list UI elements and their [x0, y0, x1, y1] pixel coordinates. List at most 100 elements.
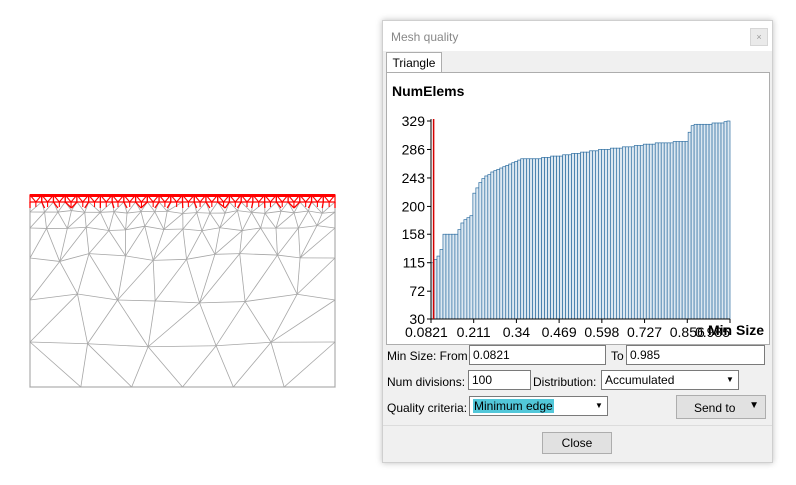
mesh-edge	[283, 341, 336, 388]
histogram-bar	[466, 217, 471, 320]
mesh-edge	[77, 293, 118, 301]
x-tick-label: 0.469	[542, 324, 577, 340]
mesh-edge	[57, 210, 72, 213]
tab-triangle[interactable]: Triangle	[386, 52, 442, 73]
histogram-bar	[502, 166, 507, 320]
histogram-bar	[696, 123, 701, 320]
histogram-bar	[702, 123, 707, 320]
histogram-bar	[669, 142, 674, 320]
histogram-bar	[448, 233, 453, 320]
mesh-edge	[117, 260, 154, 301]
mesh-edge	[264, 210, 282, 214]
boundary-edge	[30, 194, 335, 197]
mesh-edge	[108, 230, 126, 257]
mesh-edge	[199, 301, 246, 304]
chevron-down-icon[interactable]: ▼	[749, 400, 759, 411]
mesh-edge	[216, 341, 272, 347]
mesh-edge	[182, 212, 198, 230]
histogram-bars	[430, 120, 731, 320]
mesh-edge	[199, 253, 241, 304]
histogram-panel: NumElems Min Size 329 286 243 200 158 115 72 30…	[386, 72, 770, 345]
mesh-edge	[59, 253, 90, 262]
chevron-down-icon[interactable]: ▼	[724, 371, 736, 389]
y-tick-label: 72	[409, 283, 425, 299]
mesh-edge	[264, 213, 277, 229]
quality-histogram: NumElems Min Size 3292862432001581157230…	[392, 83, 764, 340]
histogram-bar	[493, 170, 498, 320]
y-tick-label: 158	[402, 226, 426, 242]
histogram-bar	[610, 147, 614, 320]
refined-boundary-elements	[29, 194, 336, 209]
mesh-edge	[297, 227, 301, 258]
mesh-edge	[237, 210, 252, 213]
mesh-edge	[152, 228, 184, 261]
quality-criteria-select[interactable]: Minimum edge ▼	[469, 396, 608, 416]
mesh-edge	[87, 343, 132, 388]
x-tick-label: 0.34	[503, 324, 530, 340]
mesh-edge	[87, 343, 149, 348]
histogram-bar	[559, 155, 563, 320]
histogram-bar	[544, 157, 548, 320]
histogram-bar	[529, 158, 534, 320]
histogram-bar	[627, 146, 632, 320]
mesh-edge	[241, 212, 252, 231]
histogram-bar	[532, 158, 537, 320]
mesh-edge	[242, 227, 261, 231]
close-icon[interactable]: ×	[750, 28, 768, 46]
mesh-edge	[296, 257, 301, 295]
histogram-bar	[562, 154, 566, 320]
histogram-bar	[723, 121, 728, 320]
num-divisions-input[interactable]: 100	[468, 370, 531, 390]
send-to-button[interactable]: Send to ▼	[676, 395, 766, 419]
triangle-mesh	[29, 201, 336, 388]
histogram-bar	[469, 215, 474, 320]
x-tick-label: 0.0821	[405, 324, 448, 340]
histogram-bar	[541, 157, 545, 320]
histogram-bar	[550, 155, 554, 320]
mesh-edge	[270, 342, 285, 388]
histogram-bar	[687, 131, 692, 320]
mesh-viewport[interactable]	[0, 0, 380, 485]
min-size-to-input[interactable]: 0.985	[626, 345, 765, 365]
histogram-bar	[678, 141, 683, 320]
mesh-edge	[239, 227, 261, 254]
mesh-edge	[182, 345, 217, 388]
mesh-edge	[186, 259, 200, 303]
histogram-bar	[577, 153, 581, 320]
distribution-select[interactable]: Accumulated ▼	[601, 370, 739, 390]
dialog-titlebar[interactable]: Mesh quality ×	[383, 21, 772, 51]
y-tick-label: 286	[402, 141, 426, 157]
mesh-edge	[117, 299, 149, 347]
histogram-bar	[457, 229, 462, 320]
histogram-bar	[436, 255, 441, 320]
histogram-bar	[699, 123, 704, 320]
mesh-edge	[108, 229, 126, 231]
histogram-bar	[484, 175, 489, 320]
mesh-edge	[144, 226, 154, 261]
mesh-edge	[111, 201, 115, 209]
histogram-bar	[490, 171, 495, 320]
x-tick-label: 0.211	[457, 324, 491, 340]
mesh-edge	[125, 213, 128, 230]
histogram-bar	[451, 233, 456, 320]
mesh-edge	[239, 230, 243, 254]
mesh-edge	[113, 201, 125, 212]
quality-criteria-label: Quality criteria:	[387, 401, 468, 415]
mesh-edge	[196, 201, 207, 213]
mesh-edge	[44, 201, 54, 213]
histogram-bar	[496, 168, 501, 320]
mesh-edge	[46, 228, 61, 262]
y-tick-label: 329	[402, 113, 426, 129]
mesh-edge	[201, 227, 220, 232]
mesh-edge	[182, 212, 197, 214]
histogram-bar	[604, 149, 608, 320]
histogram-bar	[642, 143, 647, 320]
chevron-down-icon[interactable]: ▼	[593, 397, 605, 415]
histogram-bar	[598, 149, 602, 320]
min-size-from-input[interactable]: 0.0821	[469, 345, 606, 365]
mesh-edge	[239, 253, 278, 256]
close-button[interactable]: Close	[542, 432, 612, 454]
mesh-edge	[85, 227, 90, 254]
mesh-edge	[57, 211, 68, 229]
mesh-edge	[215, 345, 234, 388]
